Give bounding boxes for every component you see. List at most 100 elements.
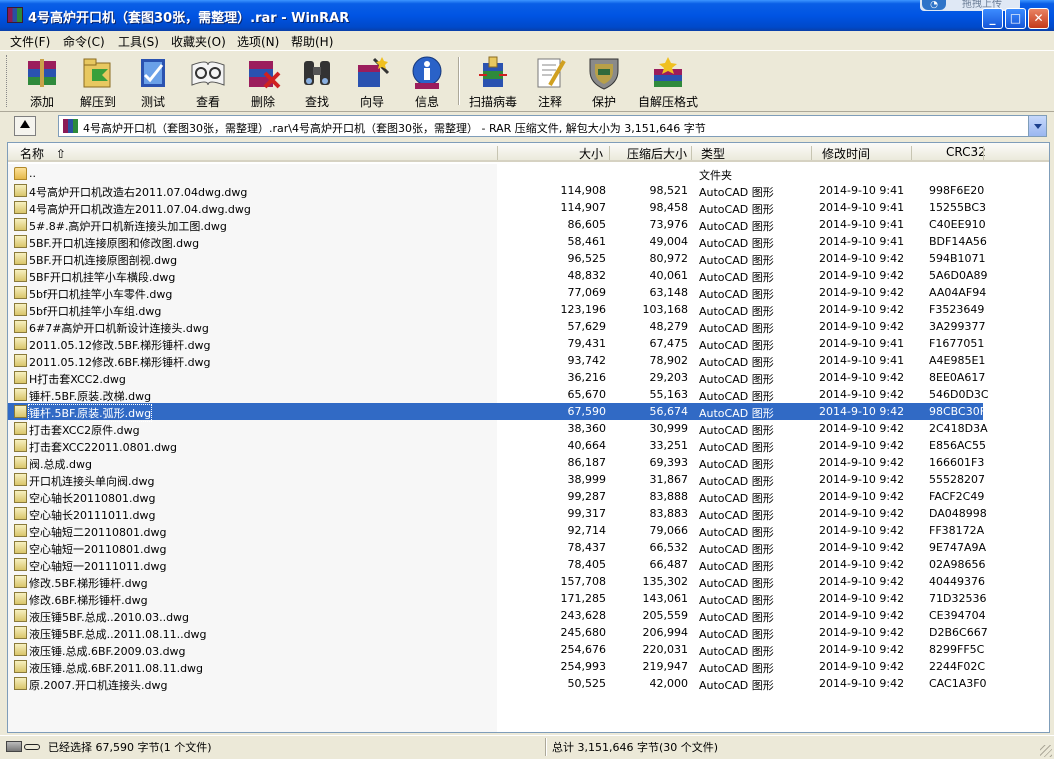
column-header-crc[interactable]: CRC32 xyxy=(946,145,986,159)
dwg-file-icon xyxy=(14,609,27,622)
file-row[interactable]: 5BF.开口机连接原图和修改图.dwg 58,461 49,004 AutoCAD 图… xyxy=(8,233,987,250)
menu-help[interactable]: 帮助(H) xyxy=(291,33,333,50)
winrar-app-icon[interactable] xyxy=(7,7,23,23)
file-row[interactable]: 液压锤.总成.6BF.2011.08.11.dwg 254,993 219,947 A… xyxy=(8,658,985,675)
close-button[interactable]: ✕ xyxy=(1028,8,1049,29)
column-header-packed[interactable]: 压缩后大小 xyxy=(627,145,687,162)
file-row[interactable]: 液压锤.总成.6BF.2009.03.dwg 254,676 220,031 Auto… xyxy=(8,641,984,658)
column-header-type[interactable]: 类型 xyxy=(701,145,725,162)
file-row[interactable]: 打击套XCC2原件.dwg 38,360 30,999 AutoCAD 图形 2014-… xyxy=(8,420,988,437)
column-divider[interactable] xyxy=(811,146,812,160)
minimize-button[interactable]: _ xyxy=(982,8,1003,29)
column-divider[interactable] xyxy=(691,146,692,160)
file-row[interactable]: 打击套XCC22011.0801.dwg 40,664 33,251 AutoCAD … xyxy=(8,437,986,454)
file-row[interactable]: 修改.5BF.梯形锤杆.dwg 157,708 135,302 AutoCAD 图形 2… xyxy=(8,573,985,590)
file-row[interactable]: 液压锤5BF.总成..2011.08.11..dwg 245,680 206,994… xyxy=(8,624,988,641)
file-row[interactable]: 原.2007.开口机连接头.dwg 50,525 42,000 AutoCAD 图形 2… xyxy=(8,675,987,692)
sfx-button[interactable]: 自解压格式 xyxy=(636,55,700,109)
maximize-button[interactable]: □ xyxy=(1005,8,1026,29)
file-row[interactable]: 2011.05.12修改.6BF.梯形锤杆.dwg 93,742 78,902 Aut… xyxy=(8,352,985,369)
menu-file[interactable]: 文件(F) xyxy=(10,33,50,50)
find-button[interactable]: 查找 xyxy=(294,55,340,109)
menu-favorites[interactable]: 收藏夹(O) xyxy=(171,33,226,50)
file-modified: 2014-9-10 9:42 xyxy=(819,490,905,503)
file-size: 38,360 xyxy=(567,422,607,435)
file-name: 空心轴长20110801.dwg xyxy=(29,492,156,505)
file-row[interactable]: 2011.05.12修改.5BF.梯形锤杆.dwg 79,431 67,475 Aut… xyxy=(8,335,984,352)
protect-button[interactable]: 保护 xyxy=(582,55,626,109)
file-row[interactable]: 空心轴短二20110801.dwg 92,714 79,066 AutoCAD 图形 2… xyxy=(8,522,985,539)
view-button[interactable]: 查看 xyxy=(184,55,232,109)
file-row[interactable]: 5#.8#.高炉开口机新连接头加工图.dwg 86,605 73,976 AutoCA… xyxy=(8,216,986,233)
file-row[interactable]: 5BF开口机挂竿小车横段.dwg 48,832 40,061 AutoCAD 图形 20… xyxy=(8,267,988,284)
delete-button[interactable]: 删除 xyxy=(240,55,286,109)
file-row[interactable]: 空心轴短一20111011.dwg 78,405 66,487 AutoCAD 图形 2… xyxy=(8,556,986,573)
column-header-size[interactable]: 大小 xyxy=(579,145,603,162)
add-button[interactable]: 添加 xyxy=(18,55,66,109)
virus-scan-button[interactable]: 扫描病毒 xyxy=(466,55,520,109)
dwg-file-icon xyxy=(14,592,27,605)
file-size: 86,187 xyxy=(567,456,607,469)
file-row[interactable]: 修改.6BF.梯形锤杆.dwg 171,285 143,061 AutoCAD 图形 2… xyxy=(8,590,987,607)
file-row[interactable]: 4号高炉开口机改造左2011.07.04.dwg.dwg 114,907 98,45… xyxy=(8,199,986,216)
toolbar-grip[interactable] xyxy=(6,55,9,107)
path-combobox[interactable]: 4号高炉开口机（套图30张，需整理）.rar\4号高炉开口机（套图30张，需整理… xyxy=(58,115,1047,137)
dwg-file-icon xyxy=(14,235,27,248)
file-modified: 2014-9-10 9:41 xyxy=(819,354,905,367)
comment-label: 注释 xyxy=(537,95,562,109)
column-divider[interactable] xyxy=(497,146,498,160)
file-packed-size: 56,674 xyxy=(649,405,689,418)
winrar-window: 4号高炉开口机（套图30张，需整理）.rar - WinRAR ◔ 拖拽上传 _… xyxy=(0,0,1054,759)
menu-options[interactable]: 选项(N) xyxy=(237,33,279,50)
file-size: 114,908 xyxy=(560,184,607,197)
file-row[interactable]: 空心轴长20111011.dwg 99,317 83,883 AutoCAD 图形 20… xyxy=(8,505,987,522)
file-name: 液压锤.总成.6BF.2011.08.11.dwg xyxy=(29,662,204,675)
file-row[interactable]: 锤杆.5BF.原装.弧形.dwg 67,590 56,674 AutoCAD 图形 20… xyxy=(8,403,986,422)
file-crc: 71D32536 xyxy=(929,592,987,605)
file-name: 6#7#高炉开口机新设计连接头.dwg xyxy=(29,322,209,335)
file-row[interactable]: 4号高炉开口机改造右2011.07.04dwg.dwg 114,908 98,521… xyxy=(8,182,984,199)
title-bar[interactable]: 4号高炉开口机（套图30张，需整理）.rar - WinRAR ◔ 拖拽上传 _… xyxy=(0,0,1054,31)
file-row[interactable]: 6#7#高炉开口机新设计连接头.dwg 57,629 48,279 AutoCAD 图… xyxy=(8,318,986,335)
file-row[interactable]: 阀.总成.dwg 86,187 69,393 AutoCAD 图形 2014-9-10 … xyxy=(8,454,984,471)
file-modified: 2014-9-10 9:42 xyxy=(819,626,905,639)
file-packed-size: 30,999 xyxy=(649,422,689,435)
find-binoculars-icon xyxy=(304,61,330,85)
menu-tools[interactable]: 工具(S) xyxy=(118,33,159,50)
test-button[interactable]: 测试 xyxy=(130,55,176,109)
list-header: 名称 ⇧ 大小 压缩后大小 类型 修改时间 CRC32 xyxy=(8,143,1049,162)
sort-ascending-icon: ⇧ xyxy=(55,147,66,161)
file-row[interactable]: 开口机连接头单向阀.dwg 38,999 31,867 AutoCAD 图形 2014-… xyxy=(8,471,985,488)
up-one-level-button[interactable] xyxy=(14,116,36,136)
file-row[interactable]: 5bf开口机挂竿小车组.dwg 123,196 103,168 AutoCAD 图形 2… xyxy=(8,301,984,318)
file-modified: 2014-9-10 9:42 xyxy=(819,643,905,656)
file-row[interactable]: .. 文件夹 xyxy=(8,165,983,182)
file-packed-size: 98,521 xyxy=(649,184,689,197)
file-row[interactable]: 锤杆.5BF.原装.改梯.dwg 65,670 55,163 AutoCAD 图形 20… xyxy=(8,386,989,403)
resize-grip[interactable] xyxy=(1040,745,1052,757)
file-row[interactable]: 液压锤5BF.总成..2010.03..dwg 243,628 205,559 Aut… xyxy=(8,607,986,624)
wizard-button[interactable]: 向导 xyxy=(348,55,396,109)
dwg-file-icon xyxy=(14,677,27,690)
comment-button[interactable]: 注释 xyxy=(528,55,572,109)
column-divider[interactable] xyxy=(609,146,610,160)
column-divider[interactable] xyxy=(983,146,984,160)
menu-commands[interactable]: 命令(C) xyxy=(63,33,105,50)
file-row[interactable]: H打击套XCC2.dwg 36,216 29,203 AutoCAD 图形 2014-9… xyxy=(8,369,985,386)
file-row[interactable]: 5BF.开口机连接原图剖视.dwg 96,525 80,972 AutoCAD 图形 2… xyxy=(8,250,986,267)
file-row[interactable]: 空心轴短一20110801.dwg 78,437 66,532 AutoCAD 图形 2… xyxy=(8,539,986,556)
file-packed-size: 66,487 xyxy=(649,558,689,571)
column-divider[interactable] xyxy=(911,146,912,160)
dwg-file-icon xyxy=(14,473,27,486)
column-header-modified[interactable]: 修改时间 xyxy=(822,145,870,162)
file-row[interactable]: 空心轴长20110801.dwg 99,287 83,888 AutoCAD 图形 20… xyxy=(8,488,984,505)
path-dropdown-button[interactable] xyxy=(1028,116,1046,136)
file-row[interactable]: 5bf开口机挂竿小车零件.dwg 77,069 63,148 AutoCAD 图形 20… xyxy=(8,284,986,301)
extract-to-button[interactable]: 解压到 xyxy=(74,55,122,109)
file-packed-size: 206,994 xyxy=(642,626,689,639)
file-list[interactable]: 名称 ⇧ 大小 压缩后大小 类型 修改时间 CRC32 .. 文件夹 4号高炉开口机… xyxy=(7,142,1050,733)
file-crc: FF38172A xyxy=(929,524,985,537)
test-label: 测试 xyxy=(140,95,165,109)
info-button[interactable]: 信息 xyxy=(404,55,450,109)
column-header-name[interactable]: 名称 ⇧ xyxy=(20,145,66,162)
